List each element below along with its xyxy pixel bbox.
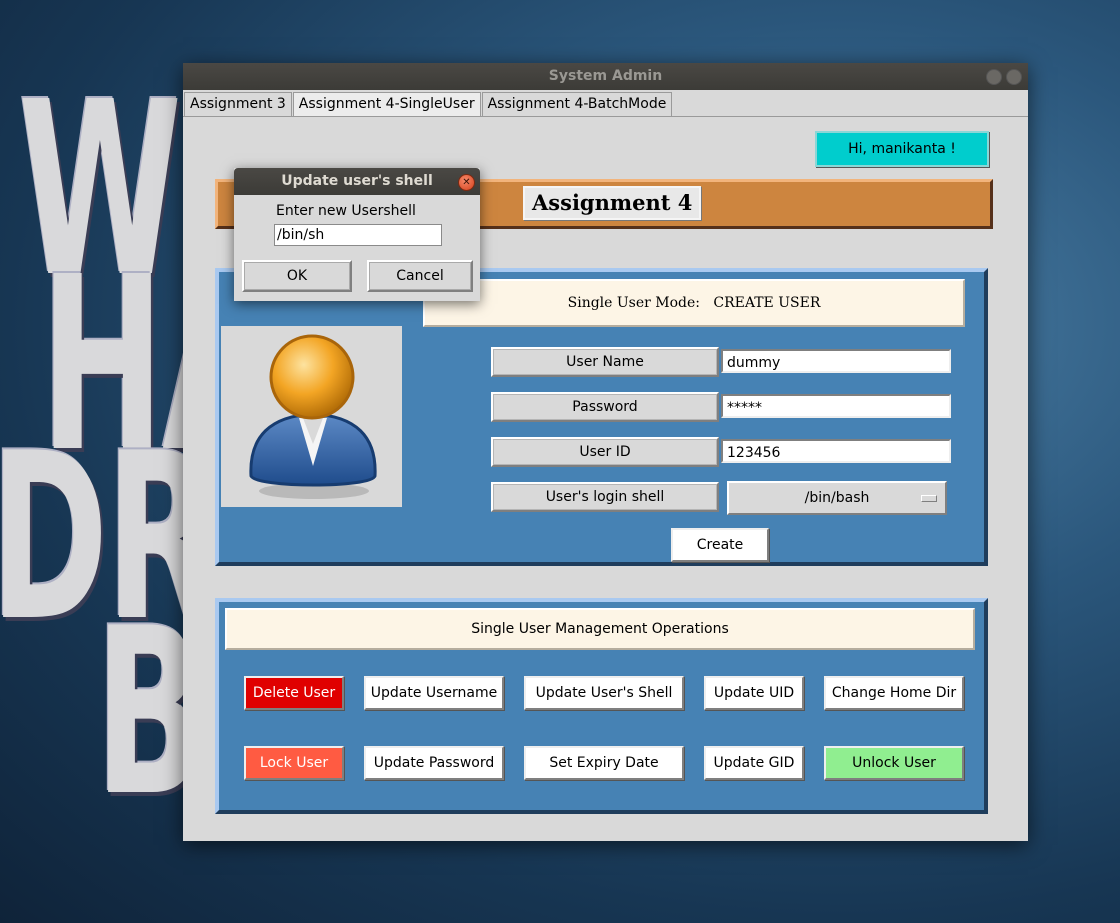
tab-bar: Assignment 3 Assignment 4-SingleUser Ass…	[184, 92, 673, 116]
lock-user-button[interactable]: Lock User	[244, 746, 344, 780]
dialog-close-icon[interactable]: ✕	[458, 174, 475, 191]
update-password-button[interactable]: Update Password	[364, 746, 504, 780]
change-home-dir-button[interactable]: Change Home Dir	[824, 676, 964, 710]
new-shell-input[interactable]: /bin/sh	[274, 224, 442, 246]
create-user-panel: Single User Mode: CREATE USER User Name …	[215, 268, 988, 566]
mode-label: Single User Mode:	[567, 295, 701, 311]
close-icon[interactable]	[1006, 69, 1022, 85]
greeting-button[interactable]: Hi, manikanta !	[815, 131, 989, 167]
tab-assignment-3[interactable]: Assignment 3	[184, 92, 292, 116]
update-gid-button[interactable]: Update GID	[704, 746, 804, 780]
user-id-field[interactable]: 123456	[721, 439, 951, 463]
login-shell-select[interactable]: /bin/bash	[727, 481, 947, 515]
delete-user-button[interactable]: Delete User	[244, 676, 344, 710]
mode-value: CREATE USER	[713, 295, 821, 311]
password-field[interactable]: *****	[721, 394, 951, 418]
update-username-button[interactable]: Update Username	[364, 676, 504, 710]
tab-assignment-4-batchmode[interactable]: Assignment 4-BatchMode	[481, 92, 673, 116]
set-expiry-date-button[interactable]: Set Expiry Date	[524, 746, 684, 780]
dialog-ok-button[interactable]: OK	[242, 260, 352, 292]
dialog-prompt: Enter new Usershell	[276, 203, 416, 219]
password-label: Password	[491, 392, 719, 422]
login-shell-label: User's login shell	[491, 482, 719, 512]
user-avatar	[221, 326, 402, 507]
window-titlebar[interactable]: System Admin	[183, 63, 1028, 90]
update-shell-button[interactable]: Update User's Shell	[524, 676, 684, 710]
mode-header: Single User Mode: CREATE USER	[423, 279, 965, 327]
user-id-label: User ID	[491, 437, 719, 467]
operations-panel: Single User Management Operations Delete…	[215, 598, 988, 814]
update-shell-dialog: Update user's shell ✕ Enter new Usershel…	[234, 168, 480, 301]
tab-assignment-4-singleuser[interactable]: Assignment 4-SingleUser	[292, 92, 481, 116]
unlock-user-button[interactable]: Unlock User	[824, 746, 964, 780]
dialog-cancel-button[interactable]: Cancel	[367, 260, 473, 292]
minimize-icon[interactable]	[986, 69, 1002, 85]
banner-title: Assignment 4	[523, 186, 702, 220]
window-title: System Admin	[548, 68, 663, 84]
tab-content-border	[183, 116, 1028, 117]
dialog-titlebar[interactable]: Update user's shell ✕	[234, 168, 480, 195]
username-field[interactable]: dummy	[721, 349, 951, 373]
operations-header: Single User Management Operations	[225, 608, 975, 650]
create-button[interactable]: Create	[671, 528, 769, 562]
user-avatar-icon	[249, 334, 377, 499]
dialog-title: Update user's shell	[281, 173, 433, 189]
login-shell-value: /bin/bash	[804, 490, 870, 506]
update-uid-button[interactable]: Update UID	[704, 676, 804, 710]
option-menu-indicator-icon	[921, 495, 937, 502]
username-label: User Name	[491, 347, 719, 377]
